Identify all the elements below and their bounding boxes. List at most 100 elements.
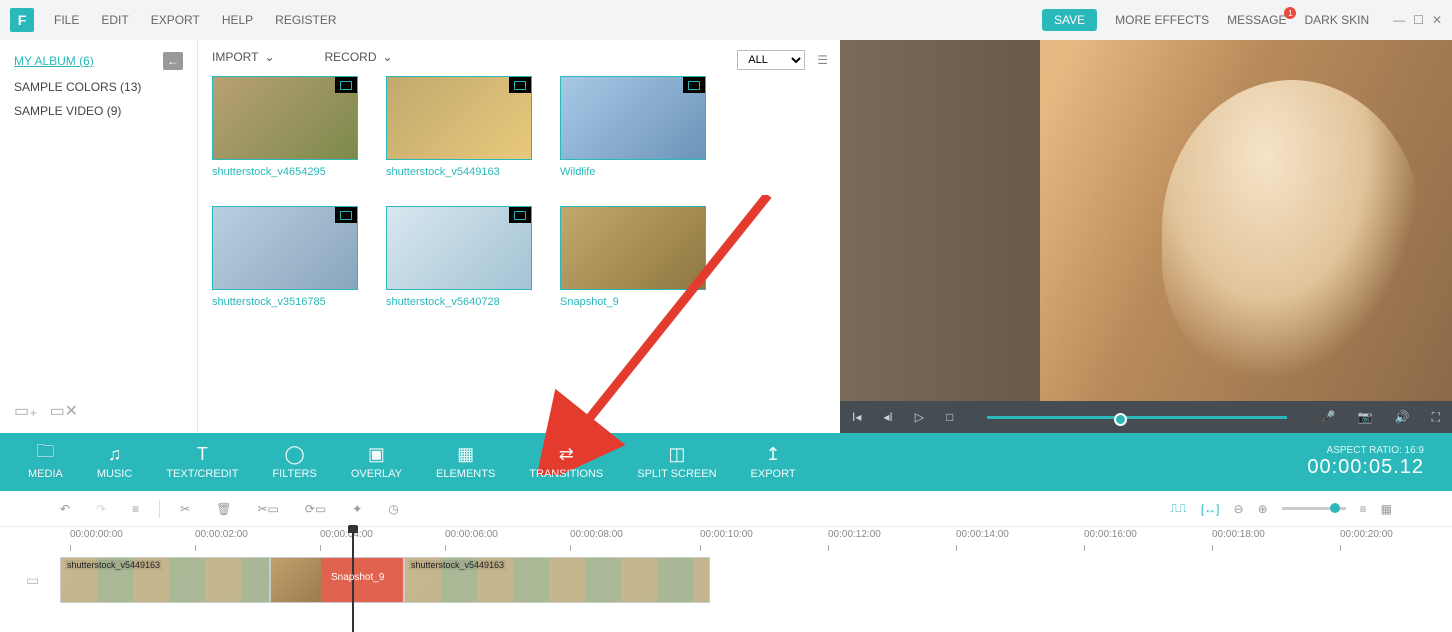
menu-export[interactable]: EXPORT <box>151 13 200 27</box>
list-view-icon[interactable]: ☰ <box>817 53 828 67</box>
duration-clock-icon[interactable]: ◷ <box>388 502 398 516</box>
media-thumb-label: shutterstock_v4654295 <box>212 166 358 178</box>
list-layout-icon[interactable]: ≡ <box>1360 502 1367 516</box>
grid-layout-icon[interactable]: ▦ <box>1381 502 1392 516</box>
tool-filters[interactable]: ◯FILTERS <box>272 444 316 480</box>
media-thumb-label: shutterstock_v5449163 <box>386 166 532 178</box>
media-thumb[interactable]: shutterstock_v4654295 <box>212 76 358 178</box>
filters-icon: ◯ <box>285 444 305 464</box>
goto-start-icon[interactable]: I◂ <box>852 410 861 424</box>
play-icon[interactable]: ▷ <box>915 410 924 424</box>
remove-folder-icon[interactable]: ▭✕ <box>50 401 79 421</box>
media-thumb[interactable]: shutterstock_v3516785 <box>212 206 358 308</box>
video-type-icon <box>683 77 705 93</box>
media-filter-select[interactable]: ALL <box>737 50 805 70</box>
media-thumb[interactable]: shutterstock_v5449163 <box>386 76 532 178</box>
fit-zoom-icon[interactable]: [↔] <box>1201 502 1220 516</box>
sidebar-item-sample-colors[interactable]: SAMPLE COLORS (13) <box>14 80 183 94</box>
ruler-tick: 00:00:14:00 <box>956 529 1009 540</box>
timeline-clip[interactable]: shutterstock_v5449163 <box>60 557 270 603</box>
timeline-clip-snapshot[interactable]: Snapshot_9 <box>270 557 404 603</box>
more-effects-link[interactable]: MORE EFFECTS <box>1115 13 1209 27</box>
prev-frame-icon[interactable]: ◂I <box>883 410 892 424</box>
delete-trash-icon[interactable]: 🗑 <box>216 502 231 516</box>
tool-export[interactable]: ↥EXPORT <box>751 444 796 480</box>
menu-edit[interactable]: EDIT <box>101 13 128 27</box>
elements-icon: ▦ <box>457 444 474 464</box>
timeline-clip[interactable]: shutterstock_v5449163 <box>404 557 710 603</box>
preview-seek-slider[interactable] <box>987 416 1287 419</box>
library-sidebar: MY ALBUM (6) ← SAMPLE COLORS (13) SAMPLE… <box>0 40 198 433</box>
crop-icon[interactable]: ✂▭ <box>257 502 278 516</box>
ruler-tick: 00:00:00:00 <box>70 529 123 540</box>
ruler-tick: 00:00:02:00 <box>195 529 248 540</box>
ruler-tick: 00:00:16:00 <box>1084 529 1137 540</box>
video-track[interactable]: ▭ shutterstock_v5449163 Snapshot_9 shutt… <box>60 555 1452 605</box>
dark-skin-link[interactable]: DARK SKIN <box>1304 13 1369 27</box>
menu-help[interactable]: HELP <box>222 13 253 27</box>
split-icon: ◫ <box>668 444 685 464</box>
save-button[interactable]: SAVE <box>1042 9 1097 31</box>
media-thumb-label: shutterstock_v5640728 <box>386 296 532 308</box>
export-icon: ↥ <box>766 444 781 464</box>
media-thumb[interactable]: Wildlife <box>560 76 706 178</box>
folder-icon: 🗀 <box>36 444 54 464</box>
preview-panel: I◂ ◂I ▷ □ 🎤 📷 🔊 ⛶ <box>840 40 1452 433</box>
ruler-tick: 00:00:20:00 <box>1340 529 1393 540</box>
settings-sliders-icon[interactable]: ≡ <box>132 502 139 516</box>
audio-wave-icon[interactable]: ⎍⎍ <box>1170 501 1187 516</box>
sidebar-item-sample-video[interactable]: SAMPLE VIDEO (9) <box>14 104 183 118</box>
clip-label: Snapshot_9 <box>329 572 386 583</box>
zoom-out-icon[interactable]: ⊖ <box>1234 502 1244 516</box>
zoom-in-icon[interactable]: ⊕ <box>1258 502 1268 516</box>
ruler-tick: 00:00:12:00 <box>828 529 881 540</box>
video-type-icon <box>335 207 357 223</box>
message-link[interactable]: MESSAGE 1 <box>1227 13 1286 27</box>
media-thumb-label: Wildlife <box>560 166 706 178</box>
undo-icon[interactable]: ↶ <box>60 502 70 516</box>
tool-text[interactable]: TTEXT/CREDIT <box>166 444 238 480</box>
tool-overlay[interactable]: ▣OVERLAY <box>351 444 402 480</box>
stop-icon[interactable]: □ <box>946 410 953 424</box>
tool-elements[interactable]: ▦ELEMENTS <box>436 444 495 480</box>
media-browser: IMPORT⌄ RECORD⌄ ALL ☰ shutterstock_v4654… <box>198 40 840 433</box>
snapshot-camera-icon[interactable]: 📷 <box>1358 410 1373 424</box>
menu-register[interactable]: REGISTER <box>275 13 336 27</box>
add-folder-icon[interactable]: ▭₊ <box>14 401 38 421</box>
ruler-tick: 00:00:10:00 <box>700 529 753 540</box>
ruler-tick: 00:00:18:00 <box>1212 529 1265 540</box>
tool-music[interactable]: ♫MUSIC <box>97 444 132 480</box>
ruler-tick: 00:00:08:00 <box>570 529 623 540</box>
tool-transitions[interactable]: ⇄TRANSITIONS <box>529 444 603 480</box>
video-type-icon <box>509 77 531 93</box>
rotate-icon[interactable]: ⟳▭ <box>305 502 326 516</box>
maximize-icon[interactable]: ☐ <box>1413 13 1424 27</box>
text-icon: T <box>197 444 208 464</box>
window-controls: — ☐ ✕ <box>1393 13 1442 27</box>
content-area: MY ALBUM (6) ← SAMPLE COLORS (13) SAMPLE… <box>0 40 1452 433</box>
sidebar-item-my-album[interactable]: MY ALBUM (6) <box>14 54 94 68</box>
top-menu-bar: F FILE EDIT EXPORT HELP REGISTER SAVE MO… <box>0 0 1452 40</box>
cut-scissors-icon[interactable]: ✂ <box>180 502 190 516</box>
volume-icon[interactable]: 🔊 <box>1395 410 1410 424</box>
fullscreen-icon[interactable]: ⛶ <box>1432 410 1440 425</box>
voiceover-mic-icon[interactable]: 🎤 <box>1321 410 1336 424</box>
zoom-slider[interactable] <box>1282 507 1346 510</box>
media-thumb[interactable]: Snapshot_9 <box>560 206 706 308</box>
aspect-ratio-label: ASPECT RATIO: 16:9 <box>1307 445 1424 456</box>
clip-label: shutterstock_v5449163 <box>409 560 506 570</box>
ruler-tick: 00:00:06:00 <box>445 529 498 540</box>
playhead-time: 00:00:05.12 <box>1307 456 1424 479</box>
tool-media[interactable]: 🗀MEDIA <box>28 444 63 480</box>
menu-file[interactable]: FILE <box>54 13 79 27</box>
media-thumb[interactable]: shutterstock_v5640728 <box>386 206 532 308</box>
back-button[interactable]: ← <box>163 52 183 70</box>
import-dropdown[interactable]: IMPORT⌄ <box>212 50 275 64</box>
record-dropdown[interactable]: RECORD⌄ <box>325 50 393 64</box>
magic-icon[interactable]: ✦ <box>352 502 362 516</box>
redo-icon[interactable]: ↷ <box>96 502 106 516</box>
close-icon[interactable]: ✕ <box>1432 13 1442 27</box>
timeline-ruler[interactable]: 00:00:00:00 00:00:02:00 00:00:04:00 00:0… <box>60 527 1452 555</box>
tool-split-screen[interactable]: ◫SPLIT SCREEN <box>637 444 716 480</box>
minimize-icon[interactable]: — <box>1393 13 1405 27</box>
